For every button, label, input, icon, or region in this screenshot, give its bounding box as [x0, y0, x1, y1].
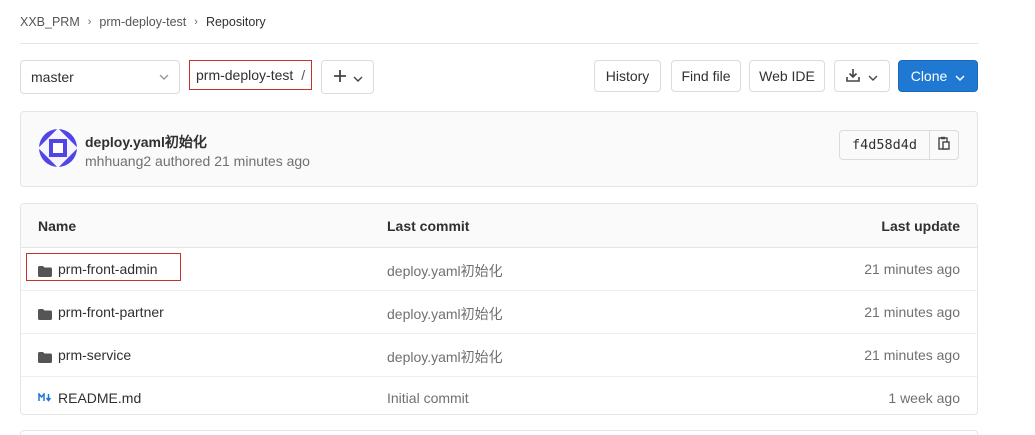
next-panel-edge — [20, 430, 978, 435]
chevron-down-icon — [955, 68, 965, 84]
file-name[interactable]: prm-service — [58, 347, 131, 363]
file-name-cell[interactable]: README.md — [38, 390, 141, 406]
folder-icon — [38, 350, 52, 363]
commit-sha[interactable]: f4d58d4d — [840, 131, 931, 159]
branch-select-value: master — [31, 69, 74, 85]
divider — [20, 43, 978, 44]
find-file-button[interactable]: Find file — [671, 60, 741, 92]
table-row[interactable]: prm-front-admin deploy.yaml初始化 21 minute… — [21, 248, 977, 291]
commit-message-link[interactable]: deploy.yaml初始化 — [387, 347, 503, 367]
repository-path: prm-deploy-test / — [189, 60, 313, 90]
commit-title-link[interactable]: deploy.yaml初始化 — [85, 132, 207, 152]
clone-button-label: Clone — [910, 68, 948, 84]
branch-select[interactable]: master — [20, 60, 180, 94]
history-button[interactable]: History — [594, 60, 661, 92]
folder-icon — [38, 264, 52, 277]
file-tree-table: Name Last commit Last update prm-front-a… — [20, 203, 978, 415]
web-ide-button[interactable]: Web IDE — [749, 60, 825, 92]
update-time: 1 week ago — [888, 390, 960, 406]
commit-message-link[interactable]: deploy.yaml初始化 — [387, 304, 503, 324]
table-row[interactable]: README.md Initial commit 1 week ago — [21, 377, 977, 414]
breadcrumb-project[interactable]: prm-deploy-test — [99, 15, 186, 29]
breadcrumb-group[interactable]: XXB_PRM — [20, 15, 80, 29]
avatar[interactable] — [38, 128, 78, 168]
chevron-down-icon — [868, 68, 878, 84]
update-time: 21 minutes ago — [864, 304, 960, 320]
chevron-right-icon: › — [87, 16, 92, 28]
repository-toolbar: master prm-deploy-test / History Find fi… — [20, 60, 978, 94]
clipboard-icon — [938, 136, 950, 155]
file-name-cell[interactable]: prm-service — [38, 347, 131, 363]
last-commit-card: deploy.yaml初始化 mhhuang2 authored 21 minu… — [20, 111, 978, 187]
file-name-cell[interactable]: prm-front-partner — [38, 304, 164, 320]
download-button[interactable] — [834, 60, 890, 92]
file-name[interactable]: README.md — [58, 390, 141, 406]
copy-sha-button[interactable] — [930, 131, 958, 159]
commit-sha-group: f4d58d4d — [839, 130, 960, 160]
folder-icon — [38, 307, 52, 320]
commit-message-link[interactable]: deploy.yaml初始化 — [387, 261, 503, 281]
file-name[interactable]: prm-front-admin — [58, 261, 158, 277]
update-time: 21 minutes ago — [864, 261, 960, 277]
column-last-update-header: Last update — [881, 218, 960, 234]
path-project-link[interactable]: prm-deploy-test — [196, 67, 293, 83]
clone-button[interactable]: Clone — [898, 60, 978, 92]
download-icon — [846, 68, 860, 85]
file-name-cell[interactable]: prm-front-admin — [38, 261, 158, 277]
plus-icon — [333, 69, 347, 86]
path-separator: / — [301, 67, 306, 83]
column-last-commit-header: Last commit — [387, 218, 470, 234]
file-name[interactable]: prm-front-partner — [58, 304, 164, 320]
update-time: 21 minutes ago — [864, 347, 960, 363]
breadcrumb-current[interactable]: Repository — [206, 15, 266, 29]
chevron-right-icon: › — [194, 16, 198, 28]
table-header: Name Last commit Last update — [21, 204, 977, 248]
commit-message-link[interactable]: Initial commit — [387, 390, 469, 406]
chevron-down-icon — [353, 69, 363, 85]
table-row[interactable]: prm-service deploy.yaml初始化 21 minutes ag… — [21, 334, 977, 377]
markdown-icon — [38, 391, 52, 404]
breadcrumb: XXB_PRM › prm-deploy-test › Repository — [20, 12, 266, 32]
column-name-header: Name — [38, 218, 77, 234]
chevron-down-icon — [159, 71, 169, 83]
add-to-tree-button[interactable] — [321, 60, 374, 94]
commit-author-meta: mhhuang2 authored 21 minutes ago — [85, 153, 310, 169]
table-row[interactable]: prm-front-partner deploy.yaml初始化 21 minu… — [21, 291, 977, 334]
